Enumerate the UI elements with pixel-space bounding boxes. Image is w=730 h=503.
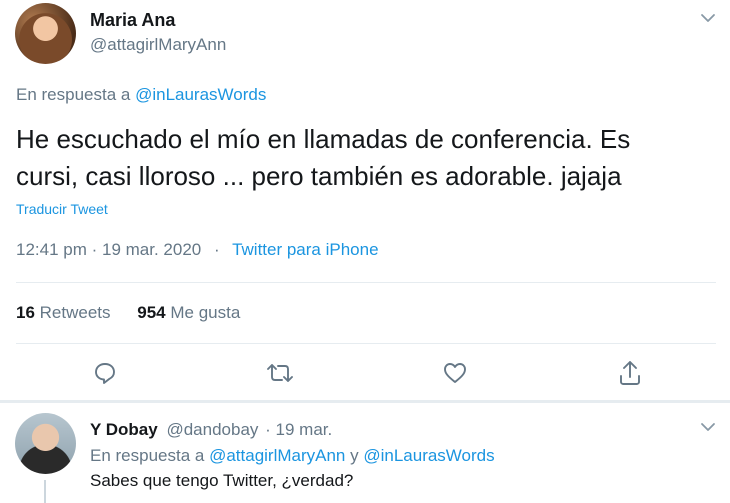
retweets-count: 16: [16, 303, 35, 322]
reply-to-link-2[interactable]: @inLaurasWords: [363, 446, 494, 465]
reply-icon[interactable]: [92, 360, 118, 386]
reply-prefix: En respuesta a: [90, 446, 210, 465]
reply-author-avatar[interactable]: [15, 413, 76, 474]
reply-header: Y Dobay @dandobay · 19 mar.: [90, 420, 332, 440]
share-icon[interactable]: [617, 359, 643, 387]
tweet-meta: 12:41 pm · 19 mar. 2020 · Twitter para i…: [16, 240, 379, 260]
reply-replying-to: En respuesta a @attagirlMaryAnn y @inLau…: [90, 446, 495, 466]
reply-date[interactable]: · 19 mar.: [265, 420, 332, 439]
meta-separator: ·: [213, 240, 220, 259]
tweet-text-line-1: He escuchado el mío en llamadas de confe…: [16, 124, 631, 154]
chevron-down-icon[interactable]: [698, 8, 718, 28]
tweet-text-line-2: cursi, casi lloroso ... pero también es …: [16, 161, 622, 191]
tweet-text: He escuchado el mío en llamadas de confe…: [16, 121, 716, 195]
retweets-stat[interactable]: 16 Retweets: [16, 303, 111, 322]
chevron-down-icon[interactable]: [698, 417, 718, 437]
heart-icon[interactable]: [442, 360, 468, 386]
likes-count: 954: [137, 303, 166, 322]
tweet-source[interactable]: Twitter para iPhone: [232, 240, 378, 259]
divider: [16, 343, 716, 344]
tweet-timestamp[interactable]: 12:41 pm · 19 mar. 2020: [16, 240, 201, 259]
reply-joiner: y: [345, 446, 364, 465]
tweet-stats: 16 Retweets 954 Me gusta: [16, 303, 240, 323]
author-handle[interactable]: @attagirlMaryAnn: [90, 35, 226, 55]
reply-to-link-1[interactable]: @attagirlMaryAnn: [209, 446, 345, 465]
retweet-icon[interactable]: [265, 360, 295, 386]
translate-tweet-link[interactable]: Traducir Tweet: [16, 201, 108, 217]
reply-author-handle[interactable]: @dandobay: [166, 420, 258, 439]
author-avatar[interactable]: [15, 3, 76, 64]
section-divider: [0, 400, 730, 403]
reply-prefix: En respuesta a: [16, 85, 136, 104]
author-name[interactable]: Maria Ana: [90, 10, 175, 31]
reply-to-link[interactable]: @inLaurasWords: [135, 85, 266, 104]
reply-text: Sabes que tengo Twitter, ¿verdad?: [90, 471, 354, 490]
thread-line: [44, 480, 46, 503]
divider: [16, 282, 716, 283]
reply-author-name[interactable]: Y Dobay: [90, 420, 158, 439]
replying-to: En respuesta a @inLaurasWords: [16, 85, 266, 105]
retweets-label: Retweets: [39, 303, 111, 322]
likes-stat[interactable]: 954 Me gusta: [137, 303, 240, 322]
likes-label: Me gusta: [170, 303, 241, 322]
